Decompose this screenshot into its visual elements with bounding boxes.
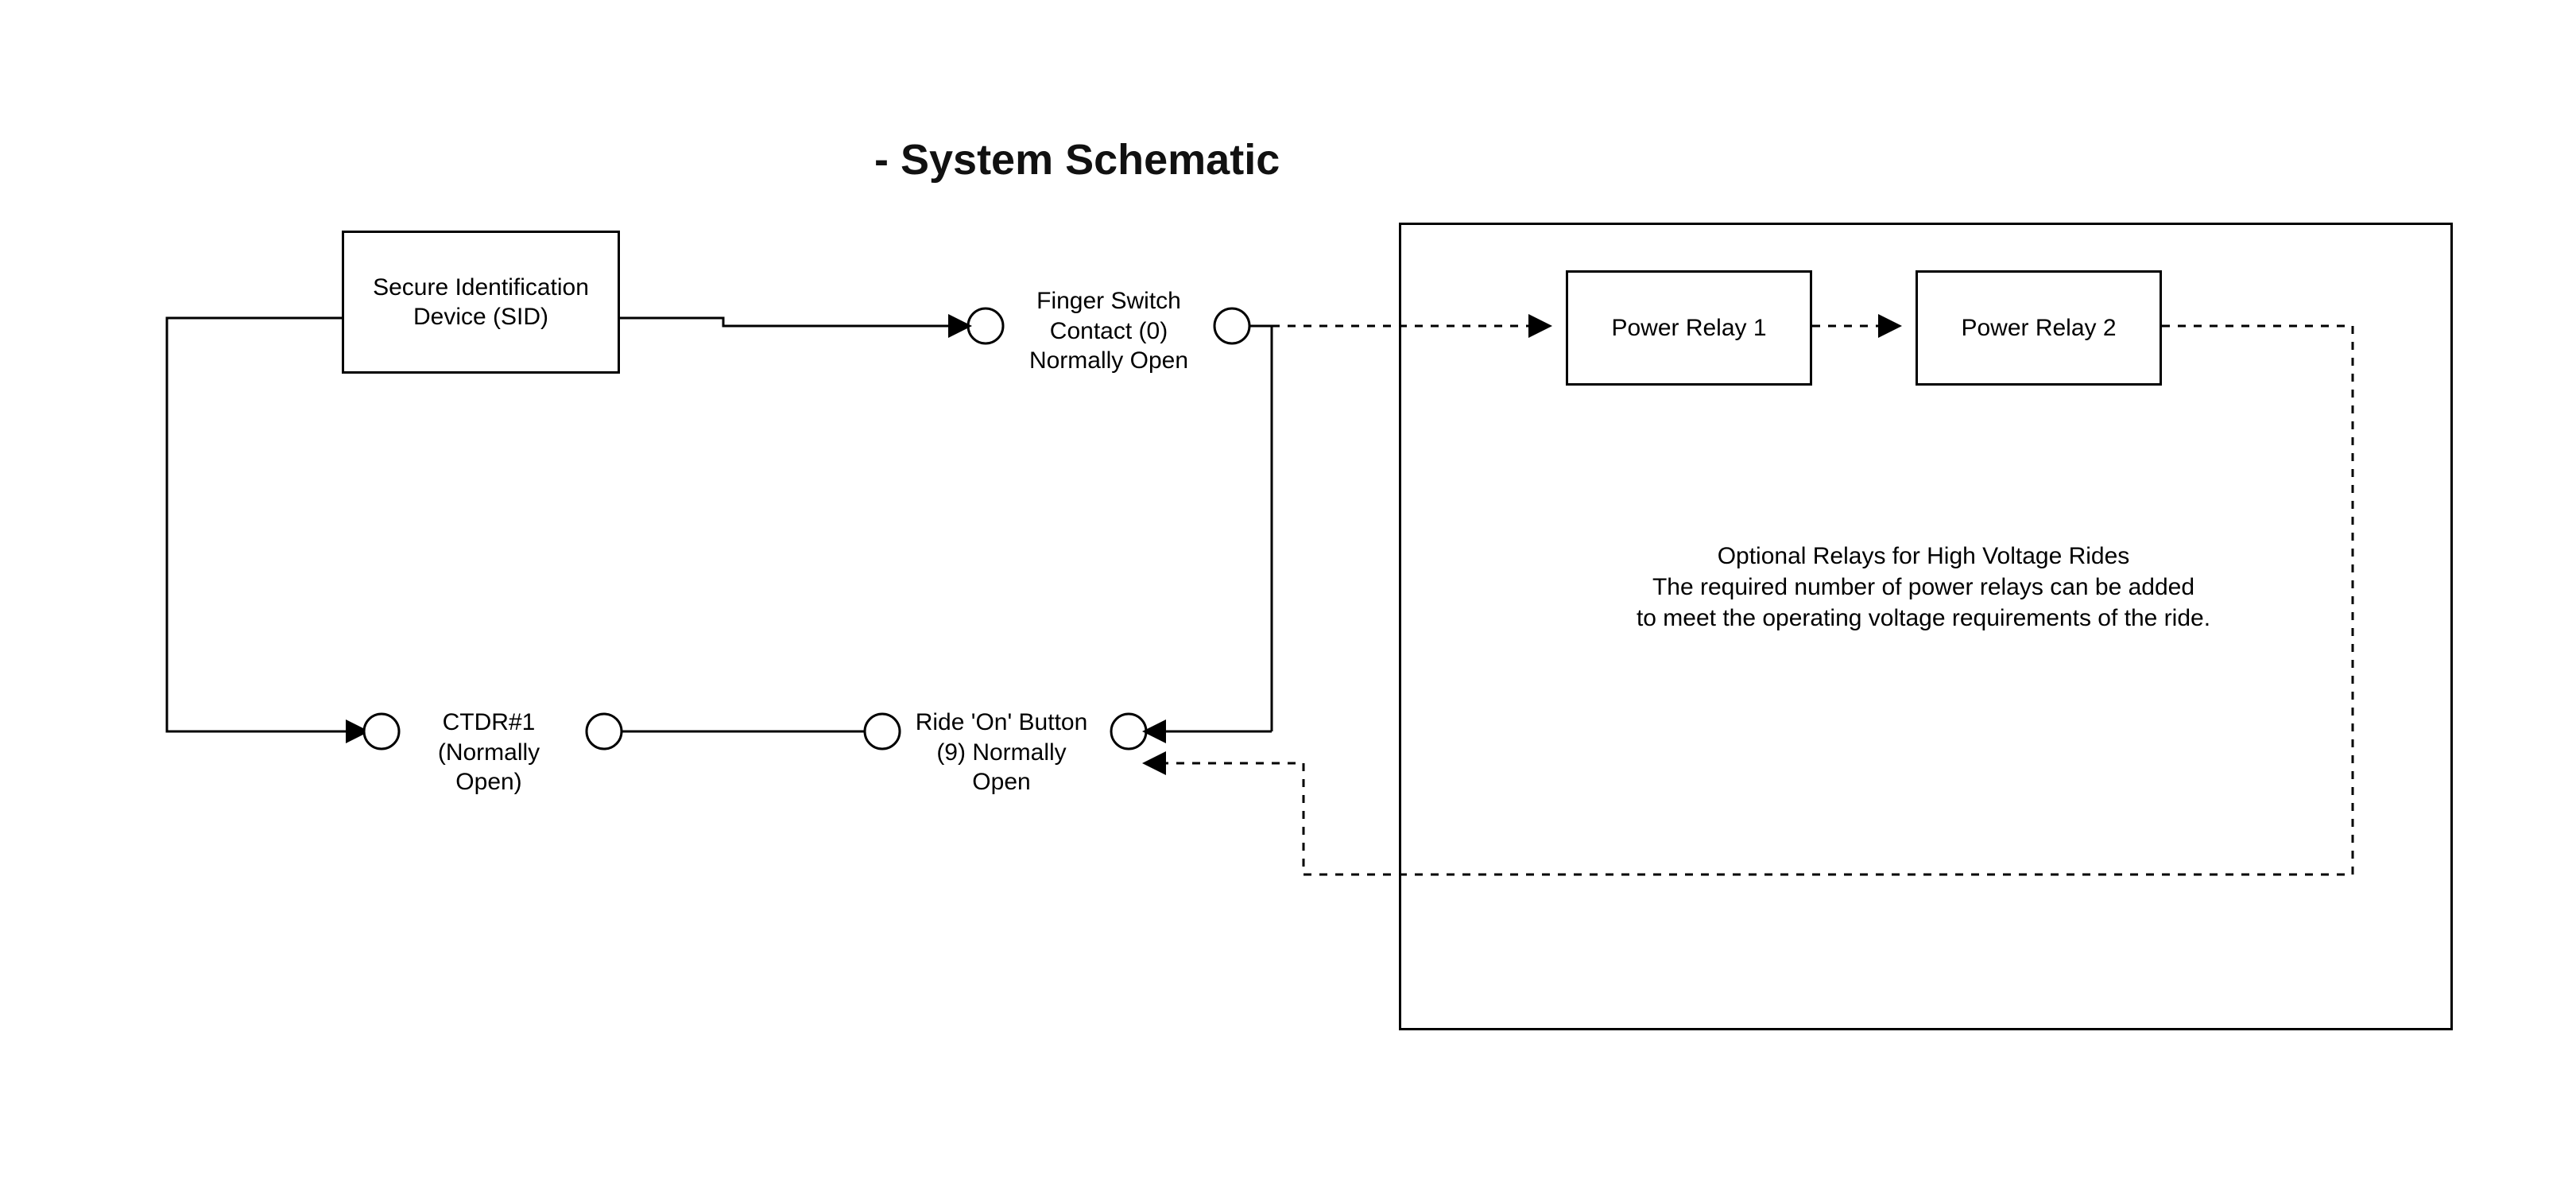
ride-terminal-left bbox=[865, 714, 900, 749]
finger-terminal-left bbox=[968, 308, 1003, 343]
diagram-canvas: - System Schematic Secure Identification… bbox=[0, 0, 2576, 1179]
finger-terminal-right bbox=[1214, 308, 1249, 343]
ctdr-terminal-left bbox=[364, 714, 399, 749]
diagram-wires bbox=[0, 0, 2576, 1179]
ctdr-terminal-right bbox=[587, 714, 622, 749]
ride-terminal-right bbox=[1111, 714, 1146, 749]
